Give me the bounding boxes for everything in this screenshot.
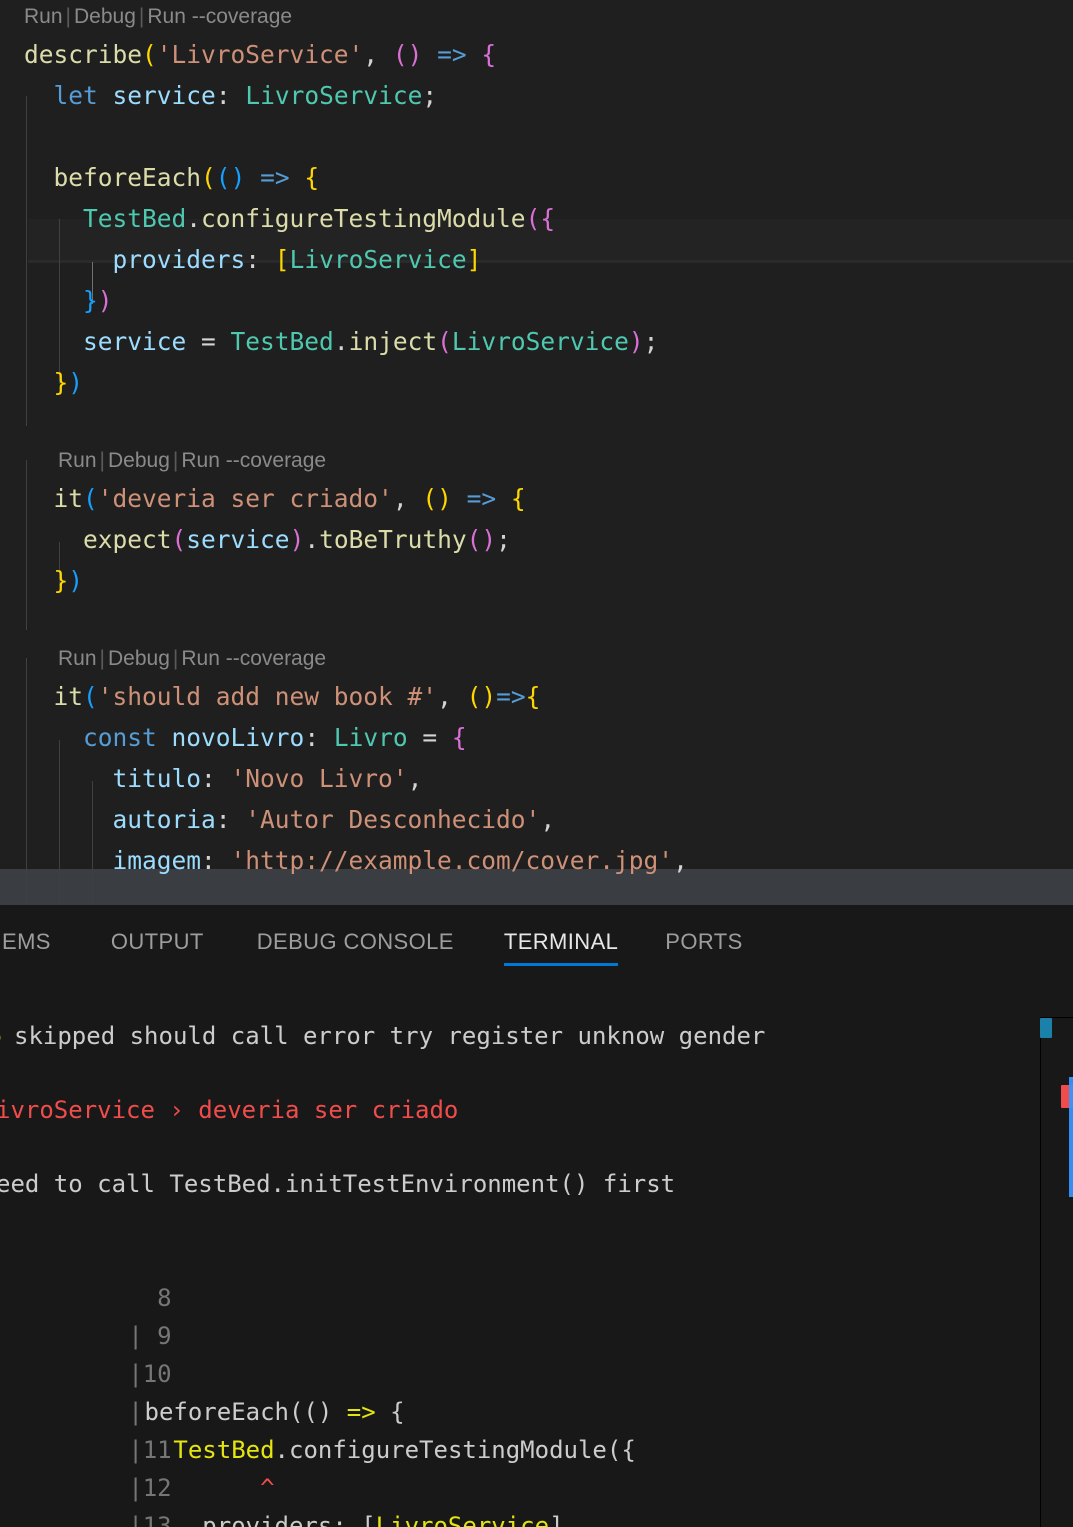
code-line-const-novolivro[interactable]: const novoLivro: Livro = {: [0, 717, 1073, 758]
codelens-separator: |: [138, 5, 145, 28]
panel-tab-bar[interactable]: EMS OUTPUT DEBUG CONSOLE TERMINAL PORTS: [0, 905, 1073, 979]
tab-output[interactable]: OUTPUT: [111, 905, 204, 979]
code-line-blank[interactable]: [0, 403, 1073, 444]
code-frame-row: 13 | service = TestBed.inject(LivroServi…: [0, 1469, 1040, 1527]
code-line-close-beforeeach[interactable]: }): [0, 362, 1073, 403]
code-line-close-obj[interactable]: }): [0, 280, 1073, 321]
codelens-describe[interactable]: Run | Debug | Run --coverage: [0, 0, 1073, 34]
codelens-coverage-link[interactable]: Run --coverage: [181, 449, 326, 472]
code-frame-text: providers: [LivroService]: [115, 1512, 564, 1527]
terminal-code-frame: 8 | 9 | beforeEach(() => { 10 | TestBed.…: [0, 1241, 1040, 1527]
tab-debug-console[interactable]: DEBUG CONSOLE: [257, 905, 454, 979]
tab-ports[interactable]: PORTS: [665, 905, 742, 979]
tab-ports-label: PORTS: [665, 929, 743, 954]
codelens-separator: |: [172, 449, 179, 472]
bottom-panel[interactable]: EMS OUTPUT DEBUG CONSOLE TERMINAL PORTS …: [0, 905, 1073, 1527]
tab-debug-console-label: DEBUG CONSOLE: [256, 929, 454, 954]
codelens-debug-link[interactable]: Debug: [108, 449, 170, 472]
terminal-command-decoration[interactable]: [1040, 1018, 1052, 1038]
tab-terminal-label: TERMINAL: [503, 929, 619, 954]
failing-test-text: ivroService › deveria ser criado: [0, 1096, 459, 1124]
code-frame-row: 11 | providers: [LivroService]: [0, 1393, 1040, 1527]
codelens-coverage-link[interactable]: Run --coverage: [181, 647, 326, 670]
code-content[interactable]: Run | Debug | Run --coverage describe('Livro…: [0, 0, 1073, 881]
code-line-beforeeach[interactable]: beforeEach(() => {: [0, 157, 1073, 198]
codelens-separator: |: [65, 5, 71, 28]
code-frame-line-number: 13: [142, 1512, 172, 1527]
code-editor[interactable]: Run | Debug | Run --coverage describe('Livro…: [0, 0, 1073, 905]
codelens-run-link[interactable]: Run: [24, 5, 63, 28]
tab-problems-label: EMS: [2, 929, 51, 954]
code-frame-caret-row: | ^: [0, 1355, 1040, 1502]
codelens-separator: |: [172, 647, 179, 670]
code-line-blank[interactable]: [0, 601, 1073, 642]
code-frame-row: 10 | TestBed.configureTestingModule({: [0, 1317, 1040, 1464]
code-line-describe[interactable]: describe('LivroService', () => {: [0, 34, 1073, 75]
code-frame-row: 9 | beforeEach(() => {: [0, 1279, 1040, 1426]
codelens-it-add-book[interactable]: Run | Debug | Run --coverage: [0, 642, 1073, 676]
code-line-autoria[interactable]: autoria: 'Autor Desconhecido',: [0, 799, 1073, 840]
code-line-configure[interactable]: TestBed.configureTestingModule({: [0, 198, 1073, 239]
tab-terminal[interactable]: TERMINAL: [503, 905, 619, 979]
codelens-separator: |: [99, 449, 105, 472]
code-line-providers[interactable]: providers: [LivroService]: [0, 239, 1073, 280]
code-line-blank[interactable]: [0, 116, 1073, 157]
error-message-text: eed to call TestBed.initTestEnvironment(…: [0, 1170, 676, 1198]
codelens-separator: |: [99, 647, 105, 670]
tab-problems[interactable]: EMS: [0, 905, 61, 979]
terminal-output[interactable]: ○skipped should call error try register …: [0, 979, 1073, 1527]
code-line-titulo[interactable]: titulo: 'Novo Livro',: [0, 758, 1073, 799]
codelens-coverage-link[interactable]: Run --coverage: [147, 5, 292, 28]
codelens-it-deveria[interactable]: Run | Debug | Run --coverage: [0, 444, 1073, 478]
terminal-line-skipped-text: skipped should call error try register u…: [14, 1022, 766, 1050]
codelens-debug-link[interactable]: Debug: [108, 647, 170, 670]
terminal-line-error-message: eed to call TestBed.initTestEnvironment(…: [0, 1169, 675, 1199]
code-frame-row: 12 | }): [0, 1431, 1040, 1527]
codelens-debug-link[interactable]: Debug: [74, 5, 136, 28]
terminal-scrollbar-slider[interactable]: [1069, 1077, 1073, 1197]
code-line-let[interactable]: let service: LivroService;: [0, 75, 1073, 116]
terminal-line-skipped: ○skipped should call error try register …: [0, 1021, 765, 1051]
terminal-split-border: [1040, 1017, 1041, 1527]
code-line-expect[interactable]: expect(service).toBeTruthy();: [0, 519, 1073, 560]
code-line-it-add-book[interactable]: it('should add new book #', ()=>{: [0, 676, 1073, 717]
tab-output-label: OUTPUT: [110, 929, 204, 954]
terminal-line-failing-test: ivroService › deveria ser criado: [0, 1095, 458, 1125]
codelens-run-link[interactable]: Run: [58, 647, 97, 670]
codelens-run-link[interactable]: Run: [58, 449, 97, 472]
code-frame-row: 8 |: [0, 1241, 1040, 1350]
code-line-inject[interactable]: service = TestBed.inject(LivroService);: [0, 321, 1073, 362]
code-line-imagem[interactable]: imagem: 'http://example.com/cover.jpg',: [0, 840, 1073, 881]
code-line-it-deveria[interactable]: it('deveria ser criado', () => {: [0, 478, 1073, 519]
code-line-close-it1[interactable]: }): [0, 560, 1073, 601]
